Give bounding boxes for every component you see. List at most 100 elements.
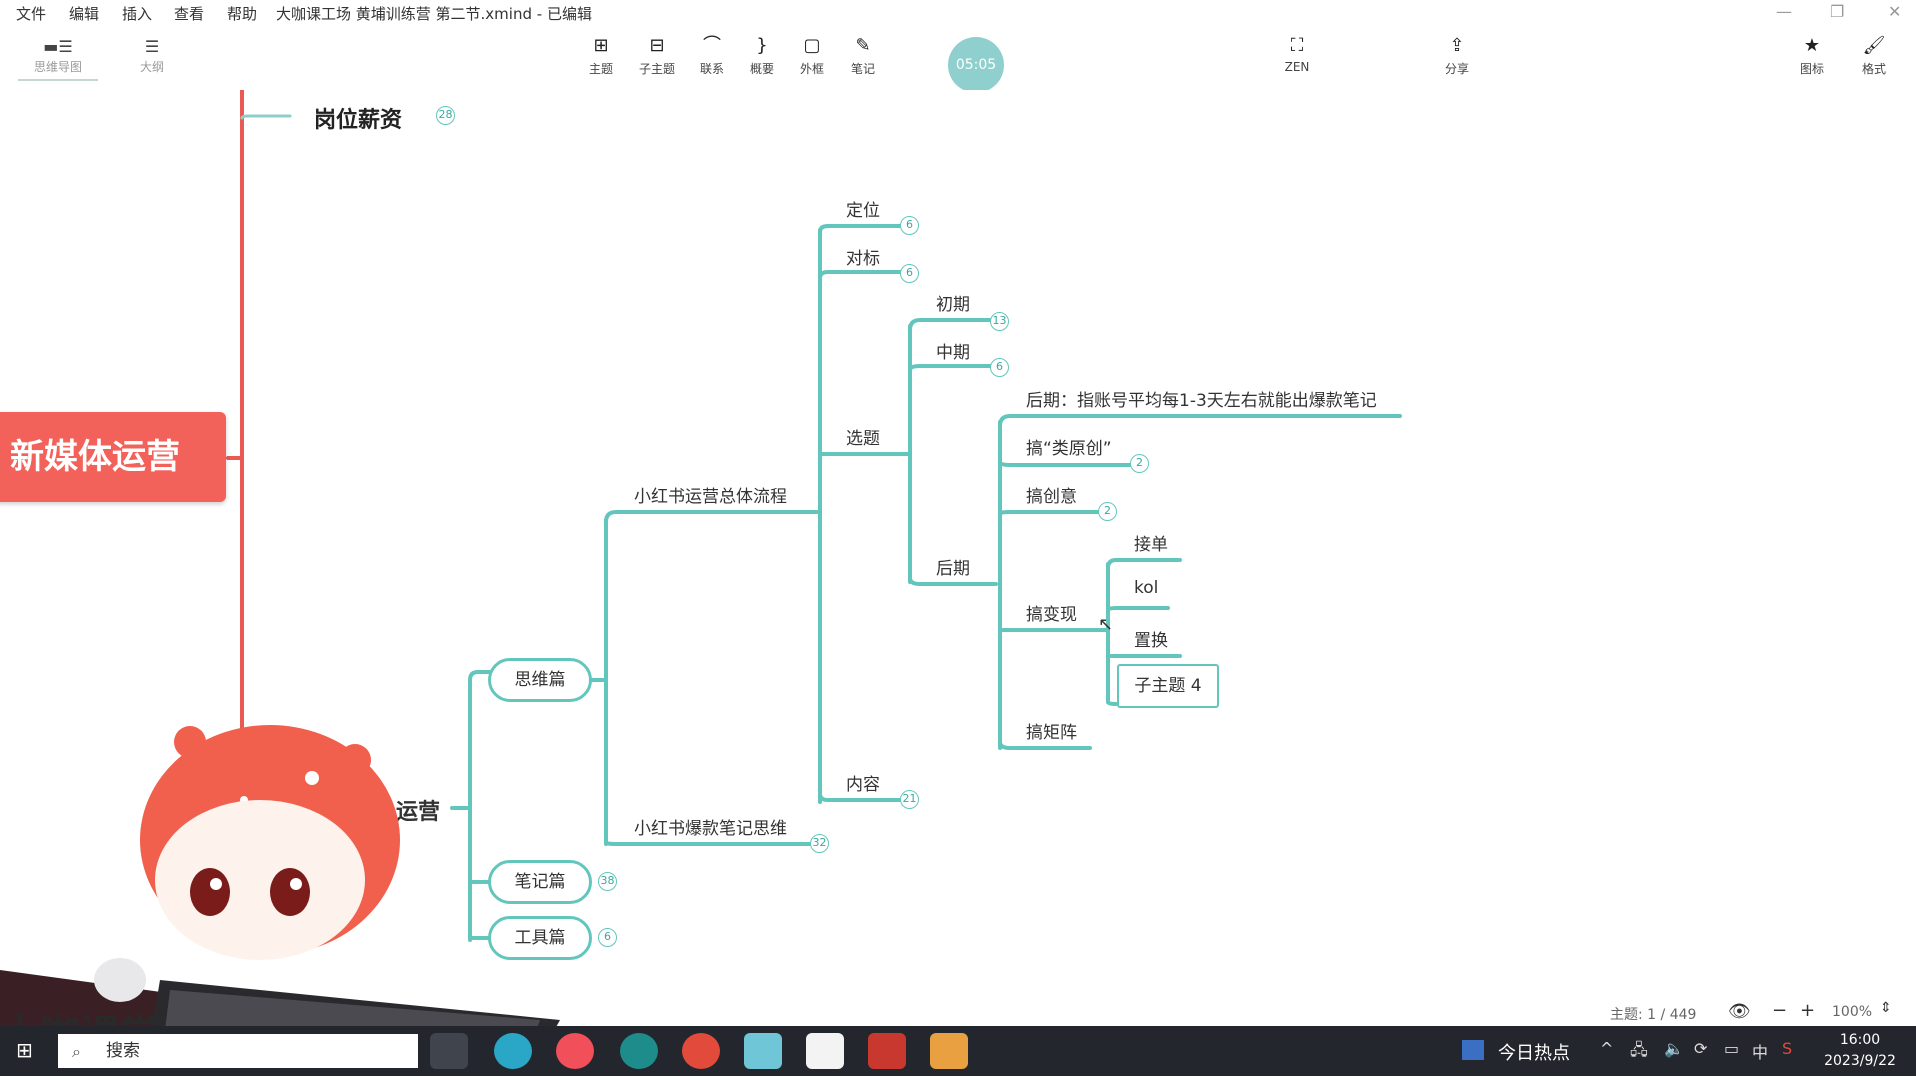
- collapse-badge[interactable]: 6: [598, 928, 617, 947]
- topic-quasi-original[interactable]: 搞“类原创”: [1026, 434, 1112, 459]
- collapse-badge[interactable]: 13: [990, 312, 1009, 331]
- root-topic[interactable]: 新媒体运营: [0, 412, 226, 502]
- topic-xhs-viral[interactable]: 小红书爆款笔记思维: [634, 814, 787, 839]
- taskbar-search[interactable]: 搜索: [58, 1034, 418, 1068]
- topic-topic-selection[interactable]: 选题: [846, 424, 880, 449]
- share-button[interactable]: ⇪ 分享: [1430, 32, 1484, 77]
- clock-date: 2023/9/22: [1824, 1053, 1896, 1069]
- topic-benchmark[interactable]: 对标: [846, 244, 880, 269]
- topic-matrix[interactable]: 搞矩阵: [1026, 718, 1077, 743]
- relationship-label: 联系: [699, 62, 724, 76]
- search-icon: ⌕: [72, 1042, 81, 1061]
- summary-icon: }: [756, 35, 768, 56]
- collapse-badge[interactable]: 38: [598, 872, 617, 891]
- timer-badge: 05:05: [948, 37, 1004, 93]
- share-label: 分享: [1444, 62, 1469, 76]
- zoom-in-button[interactable]: +: [1800, 1000, 1815, 1021]
- topic-creativity[interactable]: 搞创意: [1026, 482, 1077, 507]
- note-icon: ✎: [855, 35, 871, 56]
- relationship-button[interactable]: ⌒ 联系: [685, 32, 739, 77]
- collapse-badge[interactable]: 6: [900, 216, 919, 235]
- topic-salary[interactable]: 岗位薪资: [314, 102, 402, 134]
- clock-time: 16:00: [1839, 1032, 1881, 1048]
- mindmap-icon: ▬☰: [43, 37, 73, 56]
- xmind-app-icon[interactable]: [868, 1033, 906, 1069]
- note-button[interactable]: ✎ 笔记: [836, 32, 890, 77]
- topic-positioning[interactable]: 定位: [846, 196, 880, 221]
- topic-middle[interactable]: 中期: [936, 338, 970, 363]
- menu-file[interactable]: 文件: [16, 3, 46, 24]
- music-app-icon[interactable]: [556, 1033, 594, 1069]
- tab-outline[interactable]: ☰ 大纲: [112, 36, 192, 75]
- mascot-overlay: 大咖课堂: [0, 720, 560, 1076]
- collapse-badge[interactable]: 21: [900, 790, 919, 809]
- topic-exchange[interactable]: 置换: [1134, 626, 1168, 651]
- tab-mindmap[interactable]: ▬☰ 思维导图: [18, 36, 98, 81]
- chrome-app-icon[interactable]: [682, 1033, 720, 1069]
- ime-indicator[interactable]: 中: [1752, 1039, 1768, 1063]
- battery-icon[interactable]: ▭: [1724, 1039, 1739, 1058]
- topic-late[interactable]: 后期: [936, 554, 970, 579]
- boundary-icon: ▢: [803, 35, 821, 56]
- boundary-button[interactable]: ▢ 外框: [785, 32, 839, 77]
- close-icon[interactable]: ✕: [1888, 2, 1901, 21]
- volume-icon[interactable]: 🔈: [1664, 1039, 1684, 1058]
- zen-label: ZEN: [1284, 60, 1310, 74]
- collapse-badge[interactable]: 2: [1098, 502, 1117, 521]
- collapse-badge[interactable]: 28: [436, 106, 455, 125]
- zoom-out-button[interactable]: −: [1772, 1000, 1787, 1021]
- summary-button[interactable]: } 概要: [735, 32, 789, 77]
- taskbar-clock[interactable]: 16:00 2023/9/22: [1810, 1030, 1910, 1072]
- subtopic-button[interactable]: ⊟ 子主题: [630, 32, 684, 77]
- topic-kol[interactable]: kol: [1134, 578, 1158, 598]
- topic-thinking[interactable]: 思维篇: [488, 658, 592, 702]
- topic-late-note[interactable]: 后期：指账号平均每1-3天左右就能出爆款笔记: [1026, 386, 1377, 411]
- subtopic-icon: ⊟: [649, 35, 665, 56]
- folder-app-icon[interactable]: [930, 1033, 968, 1069]
- restore-icon[interactable]: ❐: [1830, 2, 1844, 21]
- taskbar: ⊞ 搜索 ⌕ 今日热点 ^ 🖧 🔈 ⟳ ▭ 中 S 16:00 2023/9/2…: [0, 1026, 1916, 1076]
- collapse-badge[interactable]: 6: [990, 358, 1009, 377]
- zoom-level[interactable]: 100%: [1832, 1004, 1872, 1020]
- collapse-badge[interactable]: 6: [900, 264, 919, 283]
- note-label: 笔记: [850, 62, 875, 76]
- windows-start-icon[interactable]: ⊞: [16, 1038, 33, 1062]
- menu-insert[interactable]: 插入: [122, 3, 152, 24]
- topic-xhs-process[interactable]: 小红书运营总体流程: [634, 482, 787, 507]
- sogou-icon[interactable]: S: [1782, 1039, 1792, 1058]
- menu-help[interactable]: 帮助: [227, 3, 257, 24]
- menu-view[interactable]: 查看: [174, 3, 204, 24]
- sync-icon[interactable]: ⟳: [1694, 1039, 1707, 1058]
- topic-subtopic4-selected[interactable]: 子主题 4: [1117, 664, 1219, 708]
- topic-orders[interactable]: 接单: [1134, 530, 1168, 555]
- topic-early[interactable]: 初期: [936, 290, 970, 315]
- menu-bar: 文件 编辑 插入 查看 帮助 大咖课工场 黄埔训练营 第二节.xmind - 已…: [0, 0, 1916, 28]
- taskview-app-icon[interactable]: [430, 1033, 468, 1069]
- menu-edit[interactable]: 编辑: [69, 3, 99, 24]
- edge-app-icon[interactable]: [620, 1033, 658, 1069]
- wechat-app-icon[interactable]: [806, 1033, 844, 1069]
- topic-content[interactable]: 内容: [846, 770, 880, 795]
- topic-label: 主题: [588, 62, 613, 76]
- star-icon: ★: [1803, 35, 1821, 56]
- news-icon: [1462, 1040, 1484, 1060]
- toolbar: ▬☰ 思维导图 ☰ 大纲 ⊞ 主题 ⊟ 子主题 ⌒ 联系 } 概要 ▢ 外框 ✎…: [0, 28, 1916, 93]
- topic-monetize[interactable]: 搞变现: [1026, 600, 1077, 625]
- collapse-badge[interactable]: 32: [810, 834, 829, 853]
- document-title: 大咖课工场 黄埔训练营 第二节.xmind - 已编辑: [276, 5, 592, 23]
- chevron-up-icon[interactable]: ^: [1600, 1039, 1613, 1058]
- relationship-icon: ⌒: [703, 35, 721, 56]
- topic-button[interactable]: ⊞ 主题: [574, 32, 628, 77]
- eye-icon[interactable]: 👁: [1728, 1001, 1751, 1022]
- collapse-badge[interactable]: 2: [1130, 454, 1149, 473]
- icons-panel-button[interactable]: ★ 图标: [1785, 32, 1839, 77]
- chevron-updown-icon[interactable]: ⇕: [1880, 1000, 1892, 1016]
- notes-app-icon[interactable]: [744, 1033, 782, 1069]
- telegram-app-icon[interactable]: [494, 1033, 532, 1069]
- zen-button[interactable]: ⛶ ZEN: [1270, 32, 1324, 74]
- minimize-icon[interactable]: —: [1776, 2, 1792, 21]
- format-panel-button[interactable]: 🖌 格式: [1847, 32, 1901, 77]
- fullscreen-icon: ⛶: [1290, 35, 1304, 56]
- network-icon[interactable]: 🖧: [1630, 1039, 1648, 1066]
- news-widget[interactable]: 今日热点: [1498, 1039, 1570, 1065]
